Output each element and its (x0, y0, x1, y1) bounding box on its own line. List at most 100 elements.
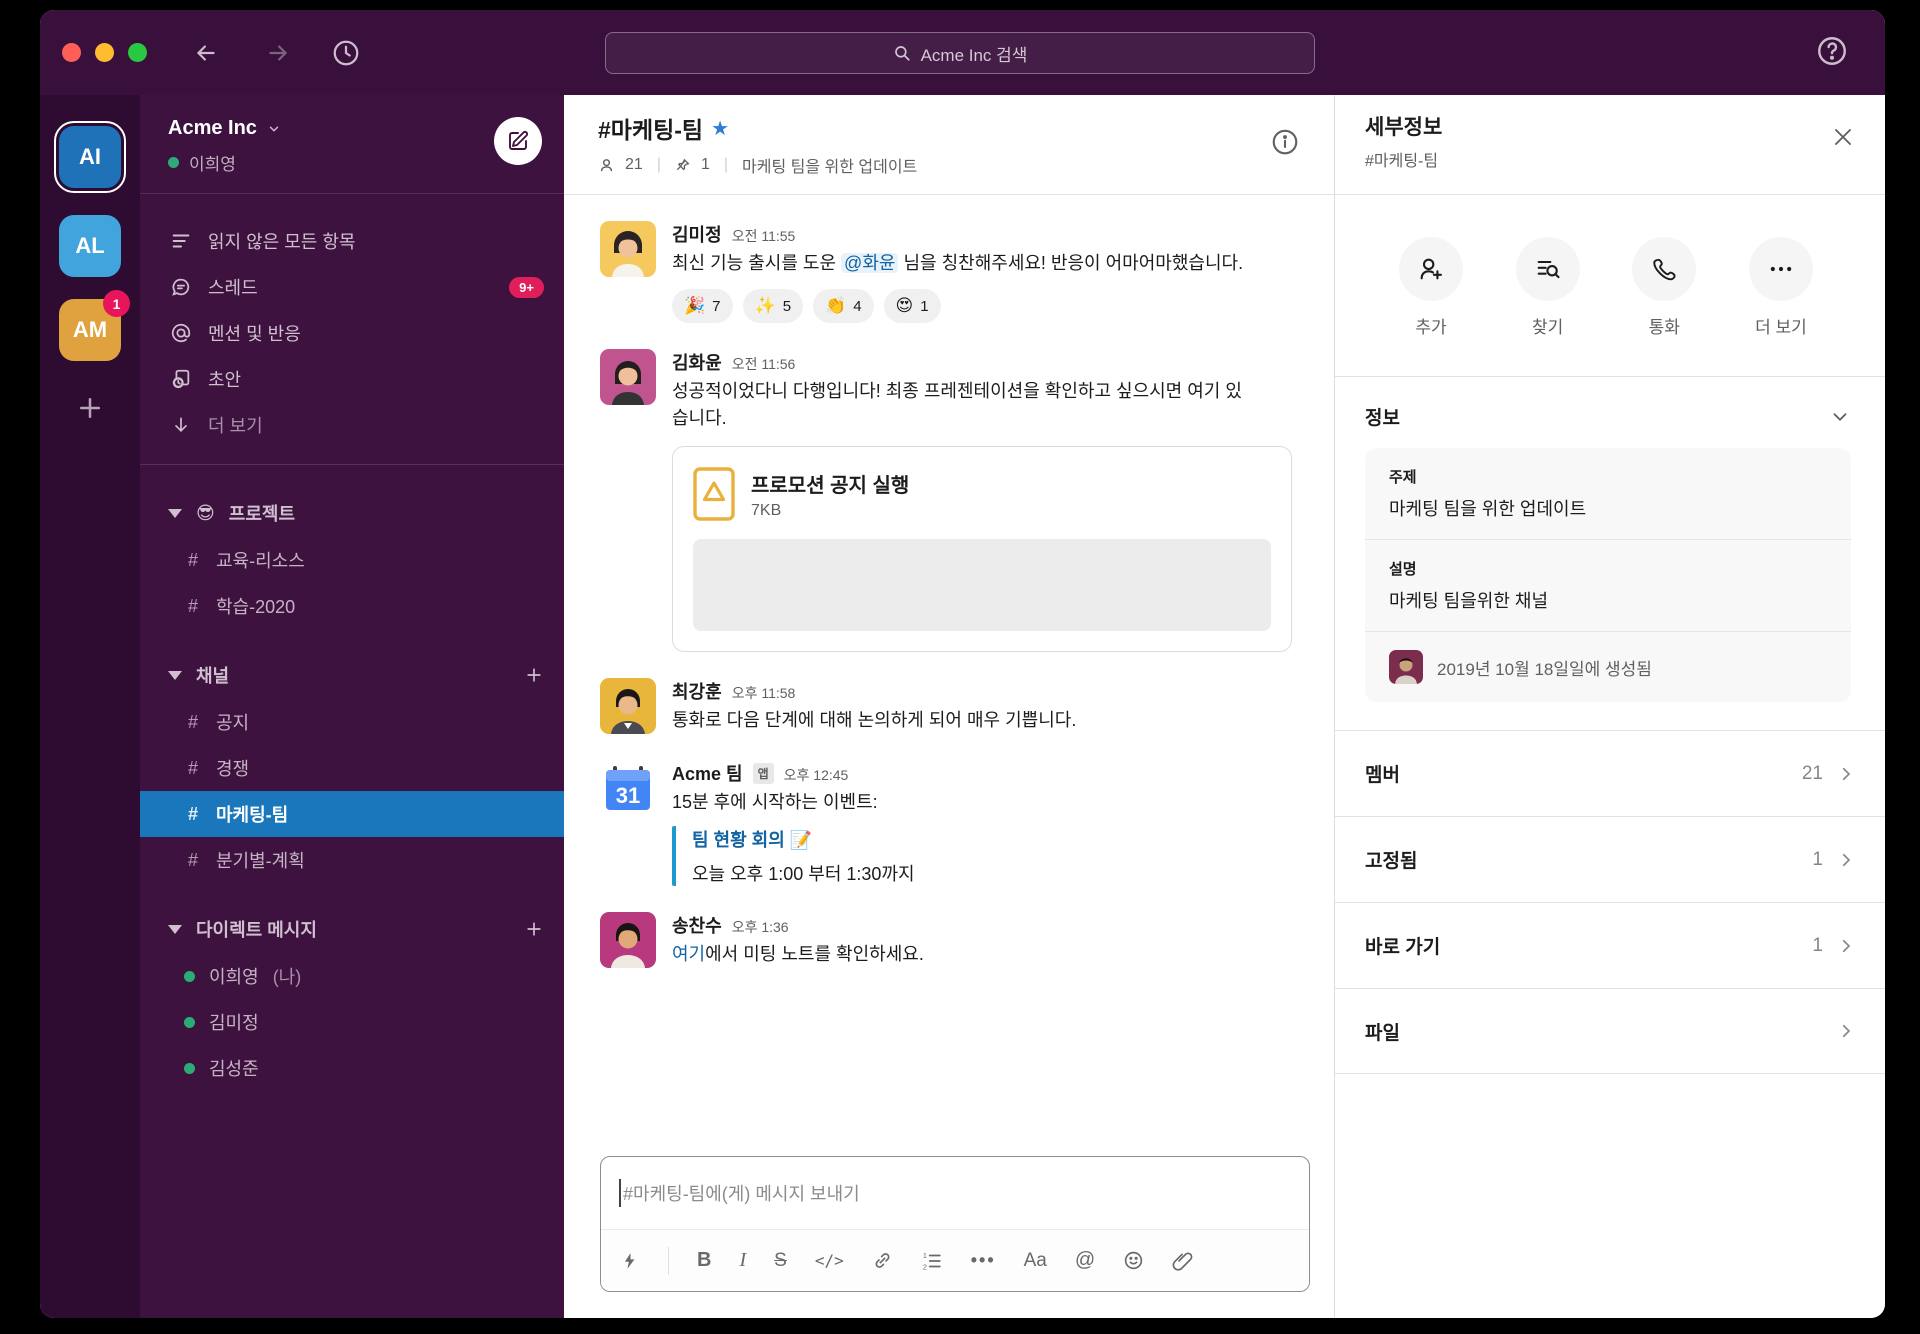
more-formatting-button[interactable]: ••• (971, 1250, 996, 1271)
ordered-list-button[interactable]: 12 (921, 1250, 943, 1272)
star-icon[interactable]: ★ (711, 116, 729, 141)
channel-item-경쟁[interactable]: # 경쟁 (140, 745, 564, 791)
avatar[interactable] (600, 912, 656, 968)
channel-item-학습-2020[interactable]: # 학습-2020 (140, 583, 564, 629)
chevron-right-icon (1837, 765, 1855, 783)
topic-value: 마케팅 팀을 위한 업데이트 (1389, 495, 1827, 521)
sidebar-item-label: 읽지 않은 모든 항목 (208, 228, 355, 254)
channel-item-교육-리소스[interactable]: # 교육-리소스 (140, 537, 564, 583)
chevron-down-icon (1829, 406, 1851, 428)
avatar[interactable] (600, 221, 656, 277)
message-author[interactable]: 송찬수 (672, 912, 722, 938)
new-message-button[interactable] (494, 117, 542, 165)
dm-item-김성준[interactable]: 김성준 (140, 1045, 564, 1091)
message-author[interactable]: Acme 팀 (672, 760, 743, 786)
meeting-notes-link[interactable]: 여기 (672, 944, 705, 964)
current-user[interactable]: 이희영 (168, 150, 281, 175)
add-dm-button[interactable] (524, 919, 544, 939)
shortcuts-row[interactable]: 바로 가기 1 (1335, 902, 1885, 988)
caret-down-icon (168, 925, 182, 934)
workspace-AL[interactable]: AL (59, 215, 121, 277)
mention-button[interactable]: @ (1075, 1249, 1095, 1272)
pinned-row[interactable]: 고정됨 1 (1335, 816, 1885, 902)
event-title-link[interactable]: 팀 현황 회의 📝 (692, 826, 1308, 852)
user-mention[interactable]: @화윤 (841, 253, 898, 273)
pin-count[interactable]: 1 (701, 156, 710, 174)
member-count[interactable]: 21 (625, 156, 643, 174)
google-calendar-icon[interactable]: 31 (600, 760, 656, 816)
reaction-heart-eyes[interactable]: 😍1 (884, 289, 941, 323)
message-author[interactable]: 김미정 (672, 221, 722, 247)
close-window-button[interactable] (62, 43, 81, 62)
section-channels[interactable]: 채널 (140, 651, 564, 699)
sidebar-item-drafts[interactable]: 초안 (140, 356, 564, 402)
shortcuts-lightning-icon[interactable] (621, 1250, 640, 1272)
description-row[interactable]: 설명 마케팅 팀을위한 채널 (1365, 540, 1851, 631)
message-김미정: 김미정 오전 11:55 최신 기능 출시를 도운 @화윤 님을 칭찬해주세요!… (600, 221, 1308, 323)
link-button[interactable] (872, 1250, 893, 1271)
close-icon[interactable] (1831, 125, 1855, 149)
add-workspace-button[interactable] (75, 393, 105, 423)
more-actions-button[interactable]: 더 보기 (1749, 237, 1813, 338)
details-header: 세부정보 #마케팅-팀 (1335, 95, 1885, 195)
code-button[interactable]: </> (815, 1251, 844, 1270)
help-icon[interactable] (1815, 34, 1849, 68)
topic-row[interactable]: 주제 마케팅 팀을 위한 업데이트 (1365, 448, 1851, 539)
show-formatting-button[interactable]: Aa (1024, 1250, 1047, 1272)
search-input[interactable]: Acme Inc 검색 (605, 32, 1315, 74)
files-row[interactable]: 파일 (1335, 988, 1885, 1074)
hash-icon: # (184, 550, 202, 571)
channel-item-공지[interactable]: # 공지 (140, 699, 564, 745)
channel-info-icon[interactable] (1270, 127, 1300, 157)
avatar[interactable] (600, 349, 656, 405)
channel-topic[interactable]: 마케팅 팀을 위한 업데이트 (742, 153, 917, 177)
workspace-menu[interactable]: Acme Inc (168, 117, 281, 140)
message-composer[interactable]: #마케팅-팀에(게) 메시지 보내기 B I S </> 12 (600, 1156, 1310, 1292)
history-forward-icon[interactable] (265, 40, 291, 66)
add-member-button[interactable]: 추가 (1399, 237, 1463, 338)
details-channel-name: #마케팅-팀 (1365, 147, 1855, 171)
lines-icon (168, 230, 194, 252)
call-button[interactable]: 통화 (1632, 237, 1696, 338)
section-projects[interactable]: 😎 프로젝트 (140, 489, 564, 537)
chevron-right-icon (1837, 937, 1855, 955)
sidebar-item-label: 스레드 (208, 274, 258, 300)
avatar[interactable] (600, 678, 656, 734)
attach-paperclip-icon[interactable] (1172, 1250, 1193, 1271)
bold-button[interactable]: B (697, 1249, 711, 1272)
strikethrough-button[interactable]: S (774, 1250, 787, 1272)
workspace-AM[interactable]: AM 1 (59, 299, 121, 361)
reaction-sparkles[interactable]: ✨5 (743, 289, 804, 323)
hash-icon: # (184, 758, 202, 779)
channel-item-마케팅-팀-selected[interactable]: # 마케팅-팀 (140, 791, 564, 837)
sidebar-item-mentions[interactable]: 멘션 및 반응 (140, 310, 564, 356)
italic-button[interactable]: I (739, 1249, 746, 1272)
info-section-header[interactable]: 정보 (1335, 377, 1885, 448)
phone-icon (1651, 256, 1677, 282)
emoji-button[interactable] (1123, 1250, 1144, 1271)
channel-item-분기별-계획[interactable]: # 분기별-계획 (140, 837, 564, 883)
minimize-window-button[interactable] (95, 43, 114, 62)
sidebar-item-more[interactable]: 더 보기 (140, 402, 564, 448)
channel-title[interactable]: #마케팅-팀 (598, 111, 703, 145)
add-channel-button[interactable] (524, 665, 544, 685)
reaction-tada[interactable]: 🎉7 (672, 289, 733, 323)
sidebar-item-threads[interactable]: 스레드 9+ (140, 264, 564, 310)
reaction-clap[interactable]: 👏4 (813, 289, 874, 323)
description-value: 마케팅 팀을위한 채널 (1389, 587, 1827, 613)
history-clock-icon[interactable] (331, 38, 361, 68)
member-icon (598, 157, 615, 174)
members-row[interactable]: 멤버 21 (1335, 730, 1885, 816)
workspace-acme-inc[interactable]: AI (54, 121, 126, 193)
file-attachment[interactable]: 프로모션 공지 실행 7KB (672, 446, 1292, 652)
message-author[interactable]: 최강훈 (672, 678, 722, 704)
section-dms[interactable]: 다이렉트 메시지 (140, 905, 564, 953)
history-back-icon[interactable] (193, 40, 219, 66)
message-author[interactable]: 김화윤 (672, 349, 722, 375)
composer-input[interactable]: #마케팅-팀에(게) 메시지 보내기 (601, 1157, 1309, 1229)
dm-item-김미정[interactable]: 김미정 (140, 999, 564, 1045)
find-button[interactable]: 찾기 (1516, 237, 1580, 338)
dm-item-이희영[interactable]: 이희영 (나) (140, 953, 564, 999)
sidebar-item-unreads[interactable]: 읽지 않은 모든 항목 (140, 218, 564, 264)
zoom-window-button[interactable] (128, 43, 147, 62)
